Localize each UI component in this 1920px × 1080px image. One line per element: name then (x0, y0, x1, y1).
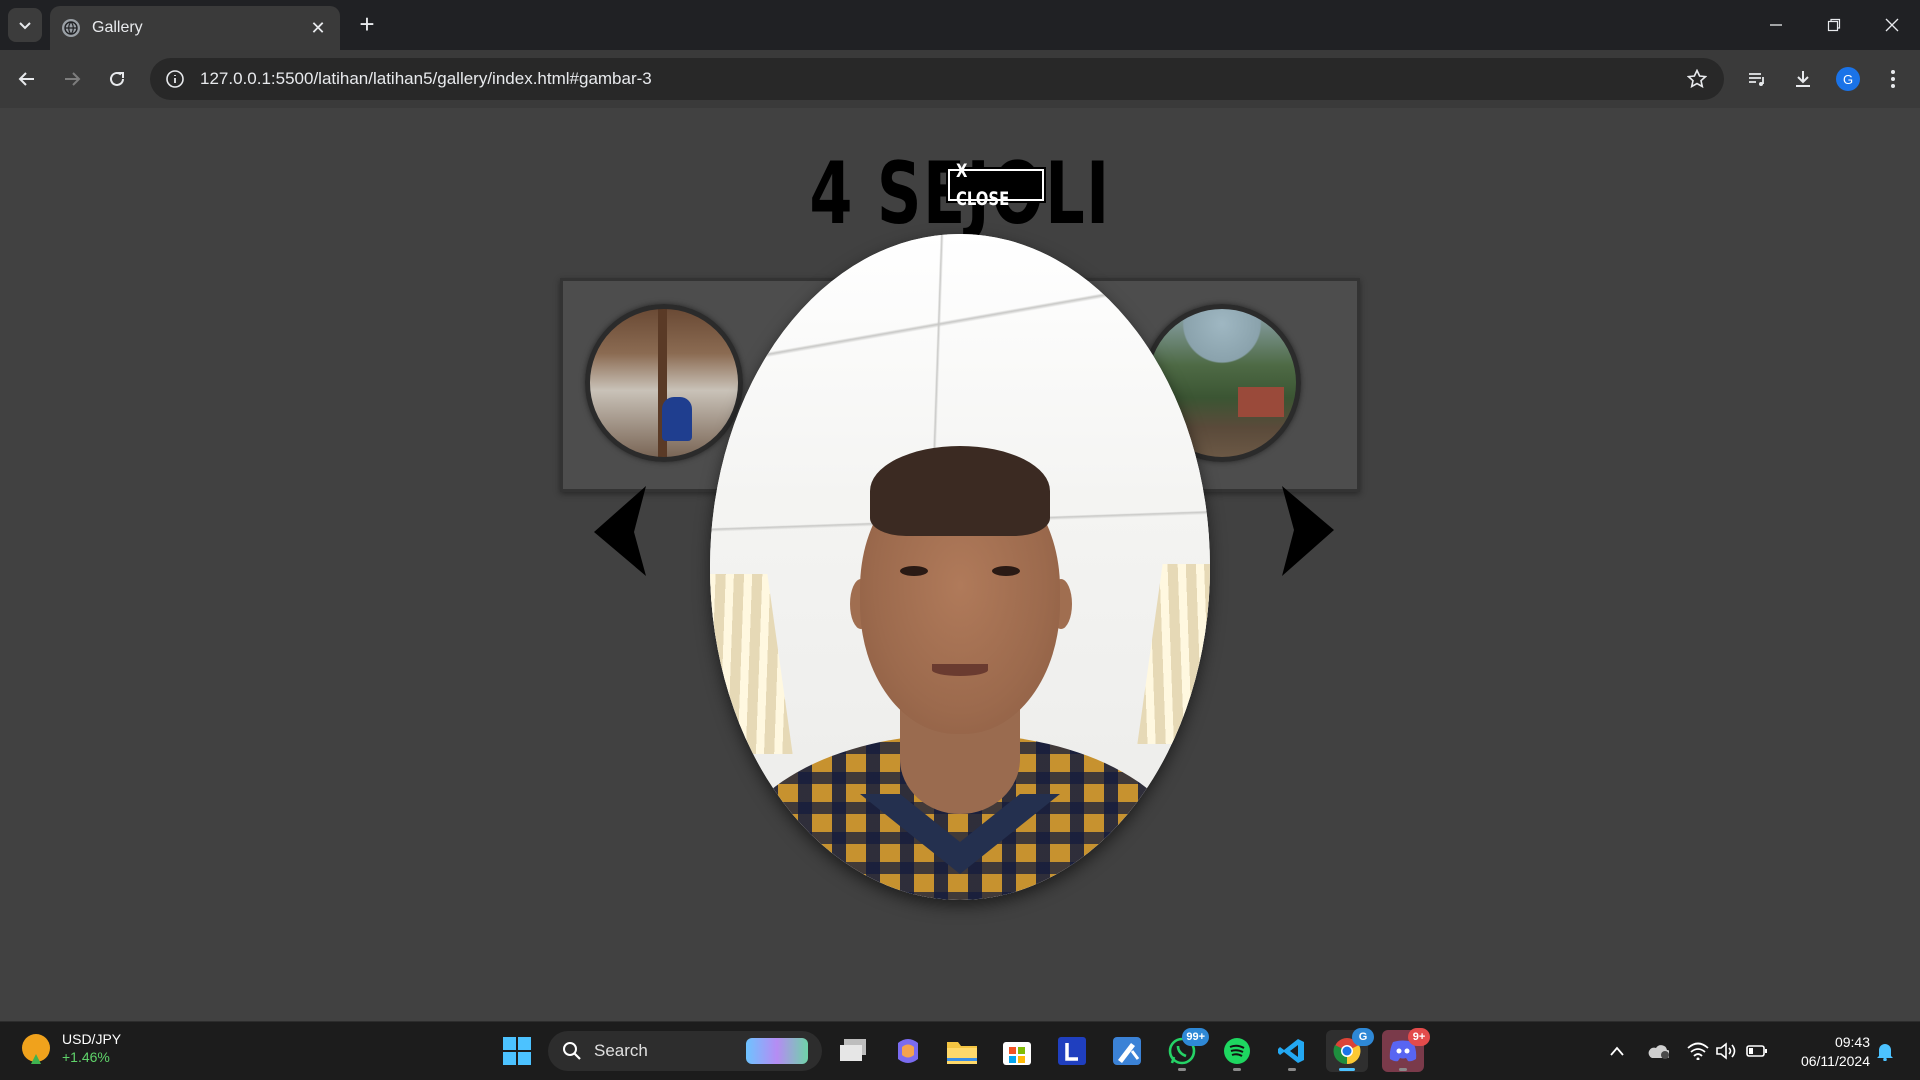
back-button[interactable] (10, 62, 44, 96)
avatar-initial: G (1836, 67, 1860, 91)
vscode-icon (1278, 1039, 1304, 1063)
l-app-button[interactable] (1051, 1030, 1093, 1072)
restore-button[interactable] (1814, 8, 1854, 42)
tab-title: Gallery (92, 19, 143, 36)
running-indicator (1288, 1068, 1296, 1071)
lightbox-image (710, 234, 1210, 900)
start-button[interactable] (496, 1030, 538, 1072)
thumbnail-building (1238, 387, 1284, 417)
windows-taskbar: USD/JPY +1.46% Search 99+ G 9+ 09:43 06/… (0, 1021, 1920, 1080)
system-clock[interactable]: 09:43 06/11/2024 (1780, 1033, 1870, 1071)
browser-toolbar: 127.0.0.1:5500/latihan/latihan5/gallery/… (0, 50, 1920, 108)
bell-icon[interactable] (1874, 1040, 1896, 1062)
tab-search-button[interactable] (8, 8, 42, 42)
onedrive-icon[interactable] (1647, 1040, 1669, 1062)
search-label: Search (594, 1041, 648, 1060)
copilot-icon (898, 1039, 918, 1063)
reload-button[interactable] (100, 62, 134, 96)
address-bar[interactable]: 127.0.0.1:5500/latihan/latihan5/gallery/… (150, 58, 1724, 100)
close-window-button[interactable] (1872, 8, 1912, 42)
running-indicator (1399, 1068, 1407, 1071)
eye-left (900, 566, 928, 576)
chevron-left-icon[interactable] (590, 486, 650, 576)
chrome-profile-badge: G (1352, 1028, 1374, 1046)
browser-tab[interactable]: Gallery ✕ (50, 6, 340, 50)
chevron-right-icon[interactable] (1278, 486, 1338, 576)
store-button[interactable] (996, 1030, 1038, 1072)
windows-logo-icon (503, 1037, 531, 1065)
running-indicator (1339, 1068, 1355, 1071)
search-highlight-icon (746, 1038, 808, 1064)
store-icon (1003, 1042, 1031, 1065)
gallery-page: 4 SEJOLI X CLOSE (0, 108, 1920, 1021)
discord-button[interactable]: 9+ (1382, 1028, 1430, 1072)
file-explorer-button[interactable] (941, 1030, 983, 1072)
close-label: X CLOSE (956, 160, 1010, 210)
url-text: 127.0.0.1:5500/latihan/latihan5/gallery/… (200, 69, 652, 88)
globe-icon (62, 19, 80, 37)
tab-close-icon[interactable]: ✕ (308, 18, 328, 39)
volume-icon[interactable] (1716, 1040, 1738, 1062)
chevron-up-icon[interactable] (1606, 1040, 1628, 1062)
search-icon (563, 1042, 581, 1060)
arrow-left-icon (18, 72, 34, 86)
weather-widget[interactable]: USD/JPY +1.46% (22, 1030, 121, 1066)
menu-icon[interactable] (1876, 62, 1910, 96)
download-icon[interactable] (1786, 62, 1820, 96)
eye-right (992, 566, 1020, 576)
l-app-icon (1058, 1037, 1086, 1065)
minimize-icon (1770, 24, 1782, 26)
thumbnail-person (662, 397, 692, 441)
vscode-button[interactable] (1271, 1030, 1313, 1072)
task-view-icon (840, 1039, 866, 1061)
forward-button[interactable] (55, 62, 89, 96)
profile-avatar[interactable]: G (1831, 62, 1865, 96)
reload-icon (110, 71, 124, 86)
folder-icon (947, 1042, 977, 1064)
minimize-button[interactable] (1756, 8, 1796, 42)
discord-badge: 9+ (1408, 1028, 1430, 1046)
bookmark-star-icon[interactable] (1684, 66, 1710, 92)
spotify-button[interactable] (1216, 1030, 1258, 1072)
whatsapp-badge: 99+ (1182, 1028, 1209, 1046)
browser-tab-strip: Gallery ✕ + (0, 0, 1920, 50)
restore-icon (1827, 18, 1841, 32)
battery-icon[interactable] (1746, 1040, 1768, 1062)
draw-app-button[interactable] (1106, 1030, 1148, 1072)
hair (870, 446, 1050, 536)
taskbar-search[interactable]: Search (548, 1031, 822, 1071)
chrome-button[interactable]: G (1326, 1028, 1374, 1072)
wifi-icon[interactable] (1687, 1040, 1709, 1062)
new-tab-button[interactable]: + (352, 10, 382, 40)
running-indicator (1178, 1068, 1186, 1071)
clock-time: 09:43 (1834, 1034, 1870, 1050)
widget-ticker: USD/JPY (62, 1031, 122, 1047)
close-icon (1885, 18, 1899, 32)
clock-date: 06/11/2024 (1800, 1053, 1870, 1069)
task-view-button[interactable] (833, 1030, 875, 1072)
close-lightbox-button[interactable]: X CLOSE (946, 160, 1046, 210)
spotify-icon (1224, 1038, 1250, 1064)
arrow-right-icon (65, 72, 81, 86)
currency-icon (22, 1034, 50, 1062)
chevron-down-icon (19, 22, 31, 30)
widget-change: +1.46% (62, 1049, 110, 1065)
media-control-icon[interactable] (1740, 62, 1774, 96)
running-indicator (1233, 1068, 1241, 1071)
copilot-button[interactable] (887, 1030, 929, 1072)
draw-app-icon (1113, 1037, 1141, 1065)
site-info-icon[interactable] (164, 68, 186, 90)
whatsapp-button[interactable]: 99+ (1161, 1028, 1209, 1072)
mouth (932, 664, 988, 676)
